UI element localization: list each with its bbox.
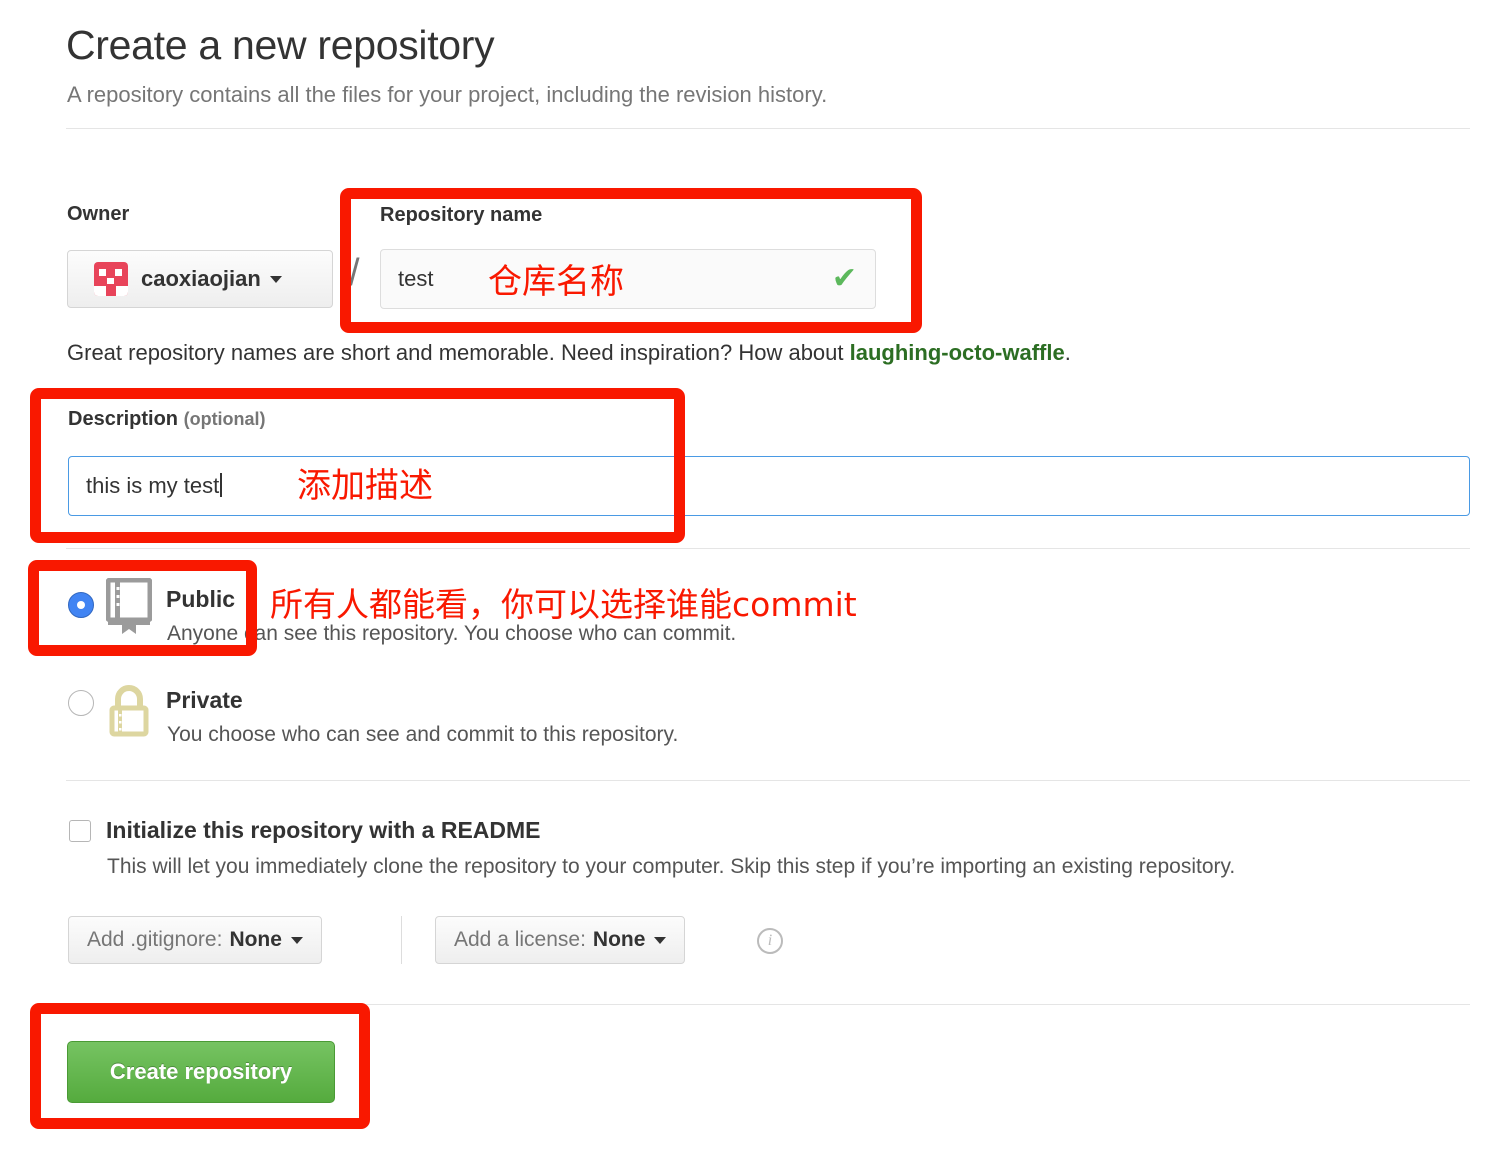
license-dropdown[interactable]: Add a license: None [435,916,686,964]
text-cursor [220,473,223,497]
readme-description: This will let you immediately clone the … [107,855,1236,878]
visibility-public-description: Anyone can see this repository. You choo… [167,622,737,645]
chevron-down-icon [269,275,282,283]
chevron-down-icon [290,936,303,944]
radio-private[interactable] [68,690,94,716]
license-selected: None [592,928,646,951]
lock-icon [106,682,152,738]
create-repository-button[interactable]: Create repository [67,1041,335,1103]
owner-dropdown[interactable]: caoxiaojian [67,250,333,308]
description-label: Description (optional) [68,408,266,431]
license-lead: Add a license: [454,928,586,951]
hint-suffix: . [1064,340,1071,365]
avatar [94,262,128,296]
repo-book-icon [105,577,153,634]
repository-name-hint: Great repository names are short and mem… [67,340,1071,366]
readme-label[interactable]: Initialize this repository with a README [106,817,541,844]
owner-repo-separator: / [349,252,360,294]
radio-public[interactable] [68,592,94,618]
annotation-text-public: 所有人都能看，你可以选择谁能commit [270,585,857,624]
description-value: this is my test [86,473,220,498]
check-icon: ✔ [831,262,857,295]
suggested-name-link[interactable]: laughing-octo-waffle [850,340,1065,365]
readme-checkbox[interactable] [69,820,91,842]
repository-name-input[interactable]: test ✔ [380,249,876,309]
visibility-private-description: You choose who can see and commit to thi… [167,723,679,746]
description-input[interactable]: this is my test [68,456,1470,516]
chevron-down-icon [654,936,667,944]
gitignore-dropdown[interactable]: Add .gitignore: None [68,916,322,964]
dropdown-divider [401,916,402,964]
divider-top [66,128,1470,129]
visibility-private-title: Private [166,687,243,713]
owner-label: Owner [67,203,130,225]
repository-name-label: Repository name [380,204,543,226]
create-repository-page: Create a new repository A repository con… [0,0,1486,1164]
visibility-public-title: Public [166,586,236,612]
description-optional-tag: (optional) [183,409,266,429]
gitignore-lead: Add .gitignore: [87,928,223,951]
info-icon[interactable]: i [757,928,783,954]
page-subtitle: A repository contains all the files for … [67,82,828,107]
repository-name-value: test [398,266,434,291]
hint-prefix: Great repository names are short and mem… [67,340,850,365]
owner-name: caoxiaojian [141,266,261,291]
divider-visibility [66,548,1470,549]
gitignore-selected: None [229,928,282,951]
description-label-text: Description [68,408,184,430]
divider-readme [66,780,1470,781]
divider-submit [66,1004,1470,1005]
page-title: Create a new repository [66,22,495,68]
